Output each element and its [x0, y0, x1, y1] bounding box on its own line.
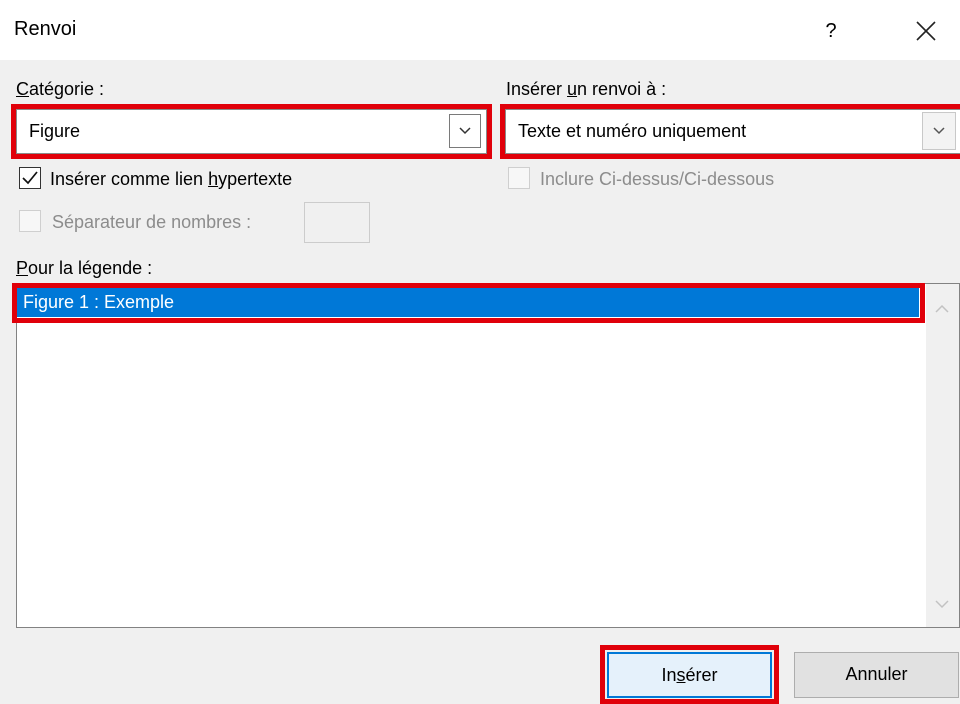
checkmark-icon	[22, 171, 38, 185]
hyperlink-label-after: ypertexte	[218, 169, 293, 189]
category-label-accesskey: C	[16, 79, 29, 99]
chevron-down-icon	[459, 127, 471, 135]
insert-button[interactable]: Insérer	[607, 652, 772, 698]
scroll-down-icon	[935, 600, 949, 609]
hyperlink-label: Insérer comme lien hypertexte	[50, 169, 292, 190]
insert-reference-dropdown-button[interactable]	[922, 112, 956, 150]
caption-item-highlight	[12, 283, 925, 323]
category-label-text: atégorie :	[29, 79, 105, 99]
insert-reference-label: Insérer un renvoi à :	[506, 79, 666, 100]
insert-reference-label-accesskey: u	[567, 79, 578, 99]
listbox-scrollbar[interactable]	[926, 284, 959, 627]
category-dropdown-button[interactable]	[449, 114, 481, 148]
category-label: Catégorie :	[16, 79, 104, 100]
insert-reference-label-after: n renvoi à :	[577, 79, 667, 99]
chevron-down-icon	[933, 127, 945, 135]
close-icon	[916, 21, 936, 41]
caption-list-label: Pour la légende :	[16, 258, 152, 279]
insert-reference-label-before: Insérer	[506, 79, 568, 99]
insert-button-before: In	[661, 665, 677, 685]
category-combobox[interactable]: Figure	[16, 109, 487, 154]
hyperlink-checkbox[interactable]	[19, 167, 41, 189]
caption-listbox[interactable]	[16, 283, 960, 628]
insert-reference-combobox[interactable]: Texte et numéro uniquement	[505, 109, 960, 154]
category-value: Figure	[29, 121, 81, 141]
caption-list-label-accesskey: P	[16, 258, 29, 278]
scroll-up-icon	[935, 304, 949, 313]
separator-checkbox[interactable]	[19, 210, 41, 232]
insert-button-accesskey: s	[676, 665, 686, 685]
insert-reference-value: Texte et numéro uniquement	[518, 121, 747, 141]
close-button[interactable]	[902, 12, 950, 50]
help-button[interactable]: ?	[815, 14, 847, 48]
above-below-checkbox[interactable]	[508, 167, 530, 189]
insert-button-after: érer	[685, 665, 718, 685]
hyperlink-label-before: Insérer comme lien	[50, 169, 209, 189]
above-below-label: Inclure Ci-dessus/Ci-dessous	[540, 169, 775, 189]
cancel-button[interactable]: Annuler	[794, 652, 959, 698]
separator-input[interactable]	[304, 202, 370, 243]
hyperlink-label-accesskey: h	[208, 169, 219, 189]
caption-list-label-text: our la légende :	[28, 258, 153, 278]
separator-label: Séparateur de nombres :	[52, 212, 252, 232]
dialog-title: Renvoi	[14, 18, 77, 40]
